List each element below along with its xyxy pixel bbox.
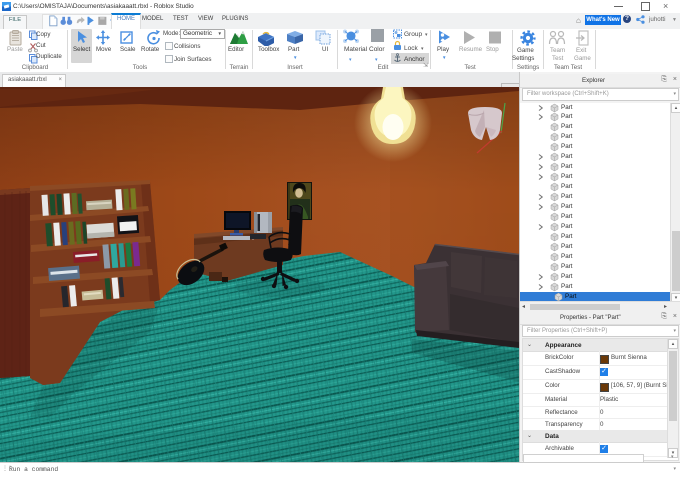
svg-text:Group: Group (404, 31, 422, 38)
svg-text:▾: ▾ (421, 46, 424, 52)
svg-text:▾: ▾ (375, 57, 378, 63)
svg-text:▾: ▾ (425, 32, 428, 38)
svg-text:Lock: Lock (404, 45, 418, 52)
svg-text:▾: ▾ (349, 57, 352, 63)
svg-text:Color: Color (369, 46, 385, 53)
svg-text:Material: Material (344, 46, 368, 53)
